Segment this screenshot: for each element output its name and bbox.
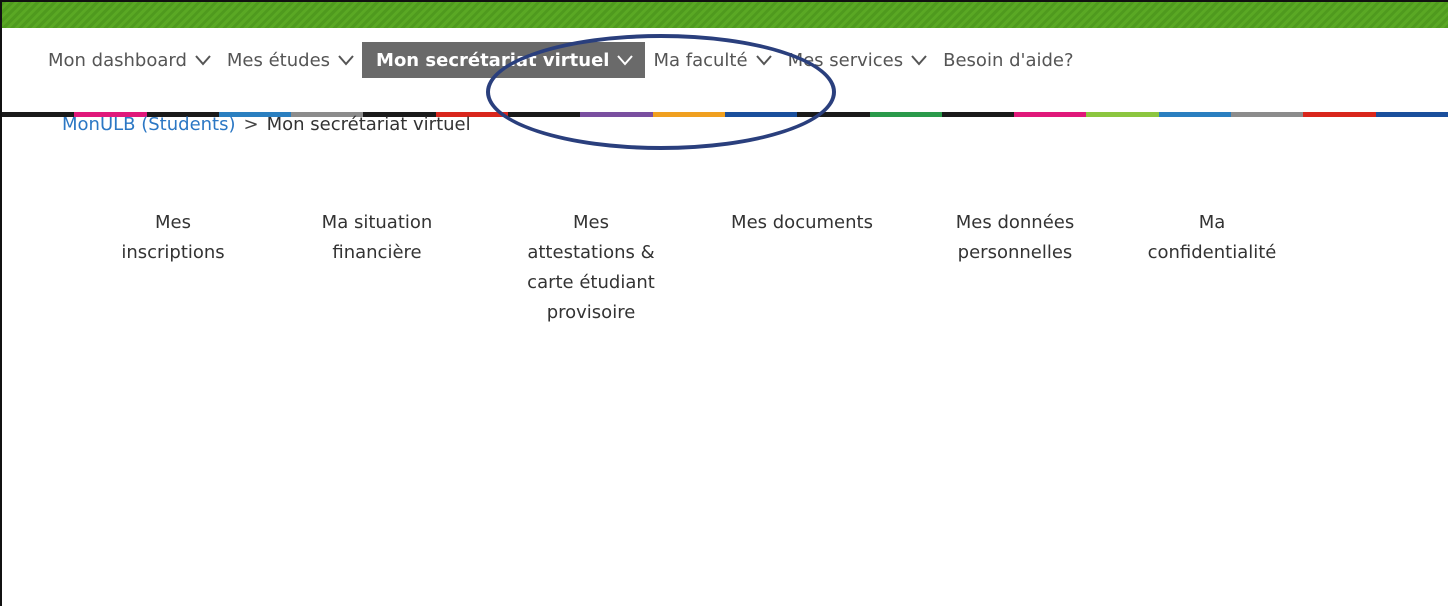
page-frame: Mon dashboard Mes études Mon secrétariat…	[0, 0, 1448, 606]
chevron-down-icon	[338, 55, 354, 66]
tile-label-line: Ma	[1198, 212, 1226, 233]
nav-item-ma-faculte[interactable]: Ma faculté	[645, 42, 779, 78]
tile-label-line: attestations &	[527, 242, 655, 263]
tile-label-line: carte étudiant	[527, 272, 655, 293]
tile-ma-situation-financiere[interactable]: Ma situation financière	[292, 208, 462, 268]
nav-item-label: Mes services	[787, 49, 904, 71]
chevron-down-icon	[755, 55, 772, 66]
nav-item-label: Ma faculté	[653, 49, 748, 71]
tile-label-line: Mes	[573, 212, 609, 233]
nav-item-label: Mon secrétariat virtuel	[376, 49, 610, 71]
nav-items: Mon dashboard Mes études Mon secrétariat…	[2, 42, 1082, 78]
tile-label-line: provisoire	[546, 302, 636, 323]
breadcrumb: MonULB (Students) > Mon secrétariat virtue…	[62, 114, 471, 135]
chevron-down-icon	[911, 55, 927, 66]
top-banner	[2, 2, 1448, 28]
tile-label-line: Mes	[155, 212, 191, 233]
breadcrumb-root-link[interactable]: MonULB (Students)	[62, 114, 236, 135]
tile-mes-attestations[interactable]: Mes attestations & carte étudiant provis…	[496, 208, 686, 328]
tile-label-line: personnelles	[957, 242, 1073, 263]
nav-item-besoin-daide[interactable]: Besoin d'aide?	[935, 42, 1081, 78]
breadcrumb-current: Mon secrétariat virtuel	[266, 114, 471, 135]
nav-item-mes-services[interactable]: Mes services	[780, 42, 936, 78]
tile-mes-documents[interactable]: Mes documents	[702, 208, 902, 238]
nav-item-label: Mes études	[226, 49, 331, 71]
nav-item-label: Besoin d'aide?	[943, 49, 1074, 71]
tile-ma-confidentialite[interactable]: Ma confidentialité	[1112, 208, 1312, 268]
nav-item-label: Mon dashboard	[48, 49, 187, 71]
tile-mes-inscriptions[interactable]: Mes inscriptions	[88, 208, 258, 268]
main-navigation: Mon dashboard Mes études Mon secrétariat…	[2, 28, 1448, 117]
nav-item-mon-secretariat-virtuel[interactable]: Mon secrétariat virtuel	[362, 42, 646, 78]
tile-label-line: financière	[332, 242, 422, 263]
breadcrumb-separator: >	[243, 114, 259, 135]
chevron-down-icon	[617, 55, 634, 66]
tile-label-line: confidentialité	[1147, 242, 1277, 263]
tile-label-line: inscriptions	[121, 242, 225, 263]
chevron-down-icon	[195, 55, 211, 66]
tile-mes-donnees-personnelles[interactable]: Mes données personnelles	[920, 208, 1110, 268]
tile-label-line: Mes données	[955, 212, 1075, 233]
nav-item-mes-etudes[interactable]: Mes études	[219, 42, 362, 78]
nav-item-mon-dashboard[interactable]: Mon dashboard	[2, 42, 219, 78]
tile-label-line: Ma situation	[321, 212, 433, 233]
tile-label-line: Mes documents	[731, 212, 873, 233]
